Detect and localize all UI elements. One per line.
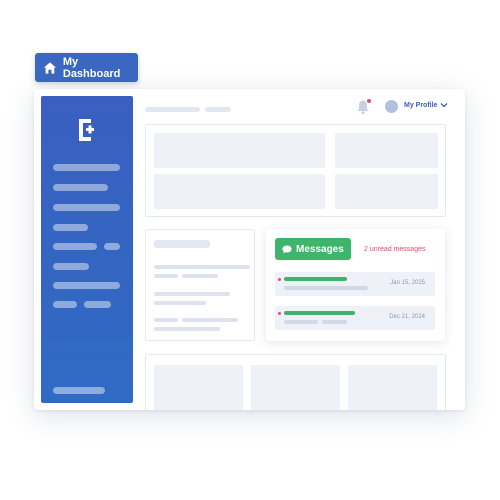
stage: My Dashboard My Profile Messages 2 unrea…: [0, 0, 500, 500]
message-item[interactable]: Jan 15, 2025: [275, 272, 435, 296]
content-card: [348, 365, 437, 410]
messages-button[interactable]: Messages: [275, 238, 351, 260]
sidebar-item-badge: [104, 243, 120, 250]
message-preview: [322, 320, 347, 324]
messages-button-label: Messages: [296, 243, 344, 255]
text-line: [154, 292, 230, 296]
notification-dot: [367, 99, 371, 103]
text-line: [154, 301, 206, 305]
bottom-panel: [145, 354, 446, 410]
sidebar-item[interactable]: [53, 301, 77, 308]
activity-panel: [145, 229, 255, 341]
sidebar-item[interactable]: [53, 184, 108, 191]
message-preview: [284, 320, 318, 324]
home-icon: [43, 61, 57, 74]
text-line: [182, 318, 238, 322]
sidebar-item[interactable]: [53, 263, 89, 270]
unread-dot: [278, 278, 281, 281]
profile-label[interactable]: My Profile: [404, 102, 437, 109]
panel-title: [154, 240, 210, 248]
stat-card: [154, 174, 325, 209]
message-item[interactable]: Dec 21, 2024: [275, 306, 435, 330]
dashboard-window: My Profile Messages 2 unread messages Ja…: [34, 89, 465, 410]
chat-icon: [282, 245, 292, 253]
stat-card: [335, 174, 438, 209]
sidebar: [41, 96, 133, 403]
text-line: [154, 318, 178, 322]
text-line: [154, 274, 178, 278]
overview-panel: [145, 124, 446, 217]
content-card: [251, 365, 340, 410]
sidebar-item[interactable]: [84, 301, 111, 308]
text-line: [182, 274, 218, 278]
sidebar-item[interactable]: [53, 204, 120, 211]
content-card: [154, 365, 243, 410]
text-line: [154, 327, 220, 331]
sidebar-item[interactable]: [53, 164, 120, 171]
dashboard-tag[interactable]: My Dashboard: [35, 53, 138, 82]
message-date: Dec 21, 2024: [389, 314, 425, 320]
chevron-down-icon[interactable]: [440, 102, 448, 108]
breadcrumb: [205, 107, 231, 112]
message-subject: [284, 311, 355, 315]
sidebar-item[interactable]: [53, 282, 120, 289]
avatar[interactable]: [385, 100, 398, 113]
message-subject: [284, 277, 347, 281]
sidebar-footer-item[interactable]: [53, 387, 105, 394]
sidebar-item[interactable]: [53, 243, 97, 250]
unread-dot: [278, 312, 281, 315]
text-line: [154, 265, 250, 269]
stat-card: [154, 133, 325, 168]
logo-icon: [79, 119, 94, 141]
stat-card: [335, 133, 438, 168]
message-preview: [284, 286, 368, 290]
breadcrumb: [145, 107, 200, 112]
dashboard-tag-label: My Dashboard: [62, 55, 121, 80]
sidebar-item[interactable]: [53, 224, 88, 231]
unread-count[interactable]: 2 unread messages: [364, 246, 425, 253]
message-date: Jan 15, 2025: [390, 280, 425, 286]
messages-panel: Messages 2 unread messages Jan 15, 2025 …: [266, 229, 445, 341]
